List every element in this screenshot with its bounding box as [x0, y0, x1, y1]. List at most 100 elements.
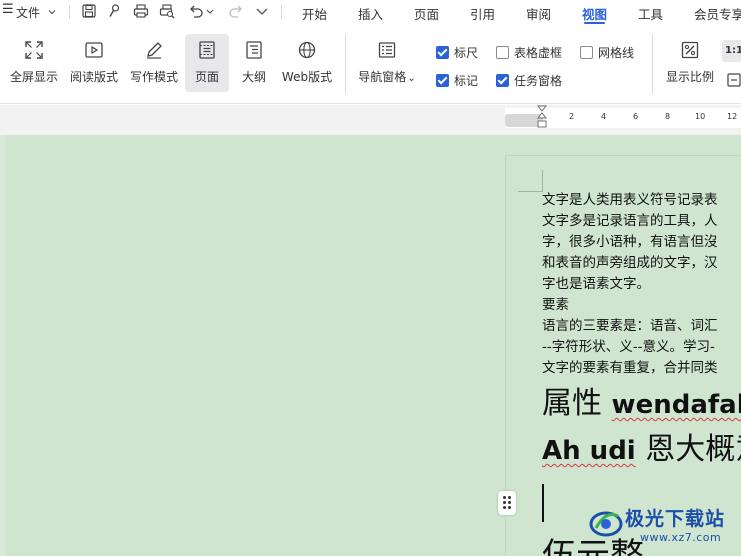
undo-icon[interactable] [188, 3, 204, 19]
tab-tools[interactable]: 工具 [638, 4, 663, 23]
outline-button[interactable]: 大纲 [234, 34, 274, 92]
large-text-cn: 恩大概意 [645, 432, 741, 467]
web-layout-label: Web版式 [281, 70, 333, 84]
checkbox-checked-icon [496, 74, 509, 87]
tab-insert[interactable]: 插入 [358, 4, 383, 23]
writing-mode-label: 写作模式 [129, 70, 178, 84]
tab-view[interactable]: 视图 [582, 4, 607, 24]
body-line[interactable]: --字符形状、义--意义。学习- [542, 337, 715, 358]
ruler-tick: 8 [665, 112, 671, 121]
print-preview-icon[interactable] [159, 3, 175, 19]
page-view-label: 页面 [194, 70, 219, 84]
large-text-en-misspelled: Ah udi [542, 436, 636, 466]
ribbon-toolbar: 全屏显示 阅读版式 写作模式 页面 大纲 Web版式 导航窗格⌄ 标尺 表格虚框… [0, 24, 741, 104]
paragraph-drag-handle[interactable] [498, 491, 516, 515]
ruler-tick: 4 [601, 112, 607, 121]
zoom-ratio-label: 显示比例 [665, 70, 714, 84]
checkbox-checked-icon [436, 46, 449, 59]
pen-icon [144, 40, 164, 60]
site-watermark: 极光下载站 www.xz7.com [580, 500, 741, 556]
body-line[interactable]: 字，很多小语种，有语言但沒 [542, 232, 718, 253]
writing-mode-button[interactable]: 写作模式 [126, 34, 182, 92]
ruler-checkbox[interactable]: 标尺 [436, 44, 478, 61]
body-line[interactable]: 语言的三要素是：语音、词汇 [542, 316, 718, 337]
navigation-pane-label: 导航窗格⌄ [355, 68, 419, 85]
navigation-pane-button[interactable]: 导航窗格⌄ [355, 34, 419, 92]
left-gutter [0, 135, 5, 556]
chevron-down-icon [48, 10, 56, 15]
task-pane-checkbox-label: 任务窗格 [514, 74, 563, 88]
save-icon[interactable] [81, 3, 97, 19]
file-menu[interactable]: 文件 [16, 4, 56, 21]
table-gridlines-checkbox[interactable]: 表格虚框 [496, 44, 562, 61]
checkbox-unchecked-icon [580, 46, 593, 59]
gridlines-checkbox-label: 网格线 [598, 46, 635, 60]
menu-bar: ☰ 文件 开始 插入 页面 引用 审阅 视图 工具 会员专享 [0, 0, 741, 24]
navigation-pane-text: 导航窗格 [358, 70, 407, 84]
body-line[interactable]: 和表音的声旁组成的文字，汉 [542, 253, 718, 274]
indent-marker-icon[interactable] [537, 105, 547, 133]
fullscreen-button[interactable]: 全屏显示 [6, 34, 62, 92]
ruler-tick: 6 [633, 112, 639, 121]
large-text-cn: 属性 [542, 386, 612, 421]
format-painter-icon[interactable] [107, 3, 123, 19]
outline-label: 大纲 [241, 70, 266, 84]
tab-home[interactable]: 开始 [302, 4, 327, 23]
read-mode-icon [84, 40, 104, 60]
checkbox-checked-icon [436, 74, 449, 87]
chevron-down-icon: ⌄ [407, 73, 416, 84]
nav-pane-icon [377, 40, 397, 60]
file-menu-label: 文件 [16, 6, 41, 20]
ruler-checkbox-label: 标尺 [454, 46, 479, 60]
fullscreen-label: 全屏显示 [9, 70, 58, 84]
body-line[interactable]: 文字的要素有重复，合并同类 [542, 358, 718, 379]
body-line[interactable]: 文字多是记录语言的工具，人 [542, 211, 718, 232]
markup-checkbox[interactable]: 标记 [436, 72, 478, 89]
main-menu-icon[interactable]: ☰ [2, 2, 14, 17]
divider [281, 5, 282, 19]
page-corner-mark [518, 170, 543, 192]
task-pane-checkbox[interactable]: 任务窗格 [496, 72, 562, 89]
page-view-icon [197, 40, 217, 60]
section-heading[interactable]: 要素 [542, 295, 569, 316]
read-mode-label: 阅读版式 [69, 70, 118, 84]
watermark-url: www.xz7.com [640, 531, 722, 544]
tab-review[interactable]: 审阅 [526, 4, 551, 23]
tab-member[interactable]: 会员专享 [694, 4, 741, 23]
divider [345, 34, 346, 94]
app-window: ☰ 文件 开始 插入 页面 引用 审阅 视图 工具 会员专享 全屏显示 阅读版式… [0, 0, 741, 556]
large-text-en-misspelled: wendafah [611, 390, 741, 420]
page-view-button[interactable]: 页面 [185, 34, 229, 92]
watermark-logo-icon [589, 511, 623, 537]
large-text-line-1[interactable]: 属性 wendafah [542, 378, 741, 422]
ruler-tick: 2 [569, 112, 575, 121]
zoom-percent-icon [680, 40, 700, 60]
watermark-brand: 极光下载站 [625, 508, 726, 530]
page-width-icon[interactable] [726, 72, 741, 88]
table-gridlines-checkbox-label: 表格虚框 [514, 46, 563, 60]
markup-checkbox-label: 标记 [454, 74, 479, 88]
outline-icon [244, 40, 264, 60]
body-line[interactable]: 字也是语素文字。 [542, 274, 650, 295]
gridlines-checkbox[interactable]: 网格线 [580, 44, 634, 61]
divider [652, 34, 653, 94]
body-line[interactable]: 文字是人类用表义符号记录表 [542, 190, 718, 211]
fullscreen-icon [24, 40, 44, 60]
zoom-ratio-button[interactable]: 显示比例 [662, 34, 718, 92]
one-to-one-button[interactable]: 1:1 [722, 40, 741, 62]
ruler-tick: 10 [695, 112, 706, 121]
globe-icon [297, 40, 317, 60]
web-layout-button[interactable]: Web版式 [278, 34, 336, 92]
ruler-tick: 12 [727, 112, 738, 121]
tab-page[interactable]: 页面 [414, 4, 439, 23]
read-mode-button[interactable]: 阅读版式 [66, 34, 122, 92]
text-cursor [542, 484, 544, 522]
redo-icon[interactable] [228, 3, 244, 19]
print-icon[interactable] [133, 3, 149, 19]
tab-references[interactable]: 引用 [470, 4, 495, 23]
large-text-line-2[interactable]: Ah udi 恩大概意 [542, 424, 741, 468]
more-chevron-icon[interactable] [254, 3, 270, 19]
undo-dropdown-chevron-icon[interactable] [205, 3, 215, 19]
ruler-area: 2 4 6 8 10 12 [0, 105, 741, 135]
checkbox-unchecked-icon [496, 46, 509, 59]
